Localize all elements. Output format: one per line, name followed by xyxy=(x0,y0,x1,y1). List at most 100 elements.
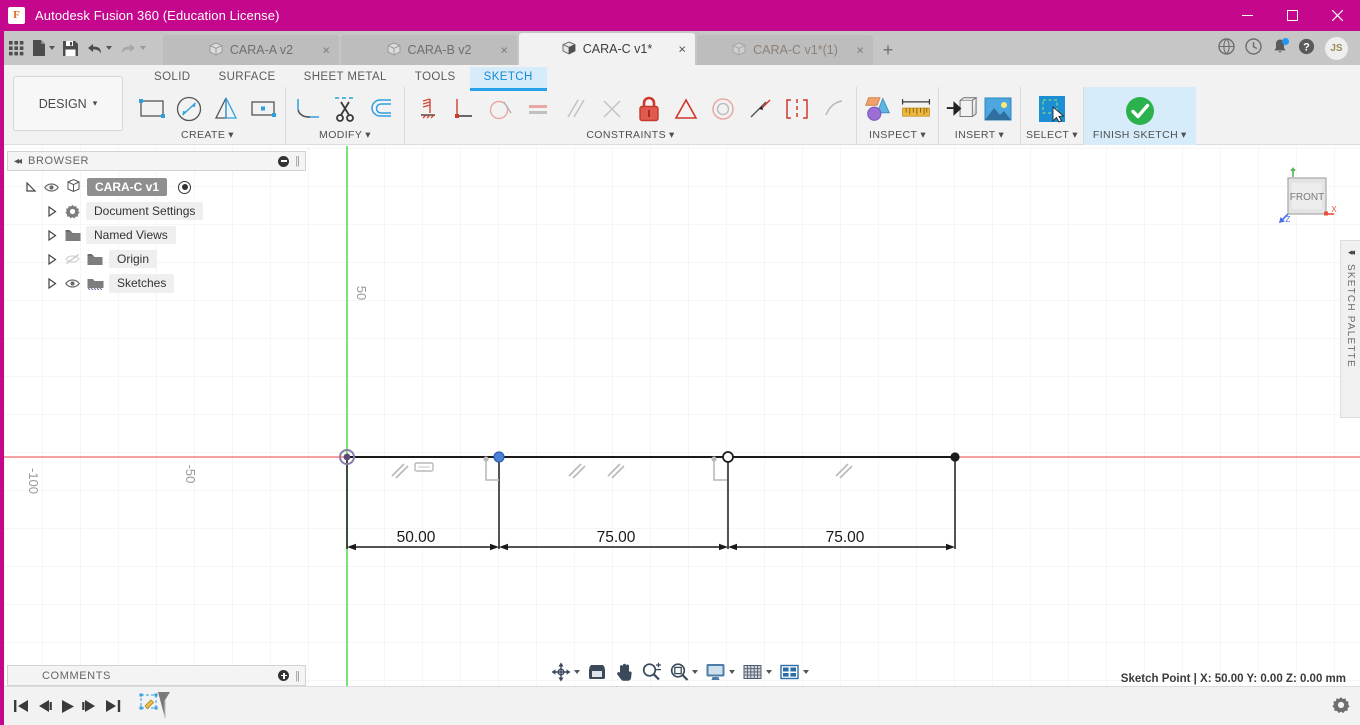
zoom-fit-button[interactable] xyxy=(666,660,701,684)
fix-unfix-constraint-icon[interactable] xyxy=(632,89,666,129)
comments-panel[interactable]: COMMENTS || xyxy=(7,665,306,686)
close-icon[interactable]: × xyxy=(678,43,686,56)
chevron-down-icon[interactable] xyxy=(692,670,698,674)
timeline-step-forward-button[interactable] xyxy=(79,693,102,719)
chevron-down-icon[interactable]: ▾ xyxy=(999,129,1005,141)
trim-scissors-tool-icon[interactable] xyxy=(328,89,362,129)
document-tab-1[interactable]: CARA-B v2 × xyxy=(341,35,517,65)
chevron-down-icon[interactable]: ▾ xyxy=(365,129,371,141)
redo-button[interactable] xyxy=(117,35,149,61)
select-cursor-icon[interactable] xyxy=(1035,89,1069,129)
equal-constraint-icon[interactable] xyxy=(521,89,555,129)
curvature-constraint-icon[interactable] xyxy=(817,89,851,129)
perpendicular-constraint-icon[interactable] xyxy=(595,89,629,129)
undo-button[interactable] xyxy=(83,35,115,61)
new-tab-button[interactable]: + xyxy=(875,35,901,65)
timeline-go-to-beginning-button[interactable] xyxy=(10,693,33,719)
collapse-left-icon[interactable]: ◂◂ xyxy=(14,156,22,167)
fillet-tool-icon[interactable] xyxy=(291,89,325,129)
document-tab-0[interactable]: CARA-A v2 × xyxy=(163,35,339,65)
line-mirror-tool-icon[interactable] xyxy=(209,89,243,129)
parallel-constraint-icon[interactable] xyxy=(558,89,592,129)
app-grid-button[interactable] xyxy=(6,35,27,61)
expander-icon[interactable] xyxy=(46,253,59,266)
view-cube[interactable]: FRONT Y X Z xyxy=(1274,166,1338,228)
visibility-eye-off-icon[interactable] xyxy=(64,253,81,265)
minimize-icon[interactable] xyxy=(1225,0,1270,31)
expander-icon[interactable] xyxy=(46,205,59,218)
grid-snaps-button[interactable] xyxy=(739,660,775,684)
display-settings-button[interactable] xyxy=(702,660,738,684)
expander-icon[interactable] xyxy=(25,181,38,194)
timeline-go-to-end-button[interactable] xyxy=(102,693,125,719)
finish-sketch-check-icon[interactable] xyxy=(1105,91,1175,131)
visibility-eye-icon[interactable] xyxy=(43,182,60,193)
panel-resize-grip[interactable]: || xyxy=(295,155,300,167)
chevron-down-icon[interactable] xyxy=(106,46,112,50)
sketch-dimension-icon[interactable] xyxy=(410,89,444,129)
chevron-down-icon[interactable] xyxy=(766,670,772,674)
insert-canvas-image-icon[interactable] xyxy=(981,89,1015,129)
chevron-down-icon[interactable] xyxy=(49,46,55,50)
browser-item-named-views[interactable]: Named Views xyxy=(46,223,176,247)
chevron-down-icon[interactable]: ▾ xyxy=(228,129,234,141)
browser-item-origin[interactable]: Origin xyxy=(46,247,158,271)
timeline-step-back-button[interactable] xyxy=(33,693,56,719)
close-icon[interactable]: × xyxy=(856,44,864,57)
symmetry-constraint-icon[interactable] xyxy=(780,89,814,129)
horizontal-vertical-constraint-icon[interactable] xyxy=(447,89,481,129)
new-file-button[interactable] xyxy=(29,35,58,61)
rectangle-center-tool-icon[interactable] xyxy=(246,89,280,129)
orbit-button[interactable] xyxy=(548,660,583,684)
pan-button[interactable] xyxy=(611,660,637,684)
measure-ruler-icon[interactable] xyxy=(899,89,933,129)
workspace-switcher-button[interactable]: DESIGN ▾ xyxy=(13,76,123,131)
browser-item-document-settings[interactable]: Document Settings xyxy=(46,199,204,223)
collinear-constraint-icon[interactable] xyxy=(743,89,777,129)
add-comment-icon[interactable] xyxy=(278,670,290,681)
chevron-down-icon[interactable] xyxy=(574,670,580,674)
chevron-down-icon[interactable]: ▾ xyxy=(920,129,926,141)
chevron-down-icon[interactable]: ▾ xyxy=(1072,129,1078,141)
close-icon[interactable]: × xyxy=(500,44,508,57)
close-icon[interactable]: × xyxy=(322,44,330,57)
chevron-down-icon[interactable]: ▾ xyxy=(1181,129,1187,141)
inspect-shapes-icon[interactable] xyxy=(862,89,896,129)
viewport-layout-button[interactable] xyxy=(776,660,812,684)
insert-derive-icon[interactable] xyxy=(944,89,978,129)
browser-collapse-all-icon[interactable] xyxy=(278,155,290,167)
avatar[interactable]: JS xyxy=(1325,36,1348,60)
visibility-eye-icon[interactable] xyxy=(64,278,81,289)
close-icon[interactable] xyxy=(1315,0,1360,31)
look-at-button[interactable] xyxy=(584,660,610,684)
help-icon[interactable]: ? xyxy=(1298,38,1315,58)
notifications-bell-icon[interactable] xyxy=(1272,38,1289,58)
timeline-play-button[interactable] xyxy=(56,693,79,719)
collapse-left-icon[interactable]: ◂◂ xyxy=(1348,247,1355,258)
expander-icon[interactable] xyxy=(46,277,59,290)
document-tab-2[interactable]: CARA-C v1* × xyxy=(519,33,695,65)
chevron-down-icon[interactable] xyxy=(729,670,735,674)
chevron-down-icon[interactable] xyxy=(140,46,146,50)
chevron-down-icon[interactable] xyxy=(803,670,809,674)
sketch-palette-tab[interactable]: ◂◂ SKETCH PALETTE xyxy=(1340,240,1360,418)
midpoint-constraint-icon[interactable] xyxy=(669,89,703,129)
expander-icon[interactable] xyxy=(46,229,59,242)
browser-item-sketches[interactable]: Sketches xyxy=(46,271,175,295)
tangent-constraint-icon[interactable] xyxy=(484,89,518,129)
browser-item-root[interactable]: CARA-C v1 xyxy=(25,175,192,199)
panel-resize-grip[interactable]: || xyxy=(295,670,300,682)
timeline-settings-gear-icon[interactable] xyxy=(1332,696,1350,717)
activate-component-radio[interactable] xyxy=(178,180,192,194)
globe-icon[interactable] xyxy=(1218,38,1235,58)
timeline-sketch-feature[interactable] xyxy=(139,690,173,723)
rectangle-tool-icon[interactable] xyxy=(135,89,169,129)
save-button[interactable] xyxy=(60,35,81,61)
offset-tool-icon[interactable] xyxy=(365,89,399,129)
concentric-constraint-icon[interactable] xyxy=(706,89,740,129)
chevron-down-icon[interactable]: ▾ xyxy=(669,129,675,141)
job-status-clock-icon[interactable] xyxy=(1245,38,1262,58)
zoom-button[interactable] xyxy=(638,660,665,684)
maximize-icon[interactable] xyxy=(1270,0,1315,31)
document-tab-3[interactable]: CARA-C v1*(1) × xyxy=(697,35,873,65)
